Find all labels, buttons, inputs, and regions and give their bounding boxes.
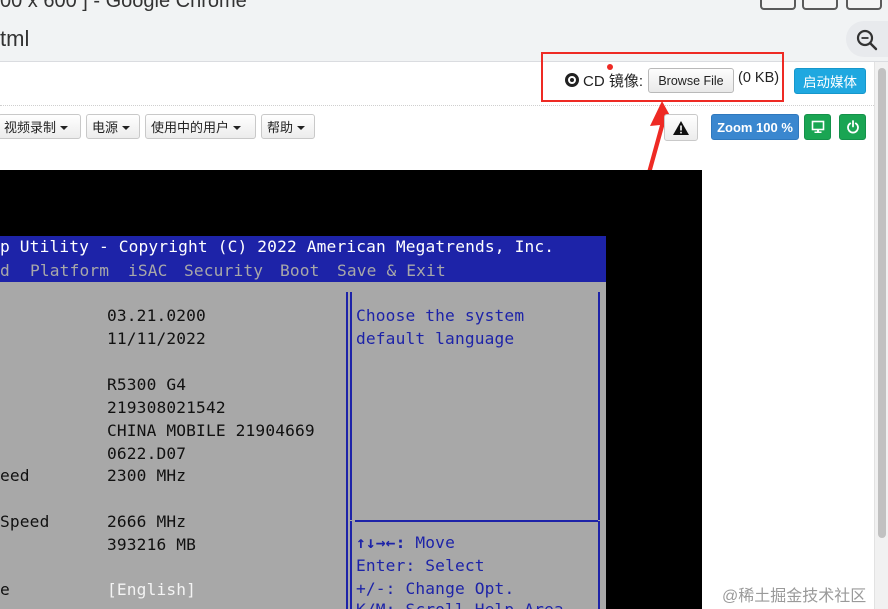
bios-label: e — [0, 580, 10, 599]
bios-key-action: Select — [425, 556, 485, 575]
bios-value: CHINA MOBILE 21904669 — [107, 421, 315, 440]
start-media-button[interactable]: 启动媒体 — [794, 68, 866, 94]
bios-label: Speed — [0, 512, 50, 531]
warning-icon — [673, 120, 689, 135]
maximize-button[interactable] — [802, 0, 838, 10]
monitor-icon — [811, 120, 824, 133]
bios-key-action: Move — [415, 533, 455, 552]
bios-value: 2300 MHz — [107, 466, 187, 485]
warning-button[interactable] — [664, 114, 698, 141]
bios-menu-item: Save & Exit — [337, 261, 446, 280]
menu-video-record[interactable]: 视频录制 — [0, 114, 81, 139]
power-icon — [846, 120, 859, 134]
bios-key-line: K/M: Scroll Help Area — [356, 600, 564, 609]
chevron-down-icon — [122, 125, 131, 130]
bios-key: +/-: — [356, 579, 396, 598]
chevron-down-icon — [233, 125, 242, 130]
search-button[interactable] — [846, 21, 888, 57]
display-button[interactable] — [804, 114, 831, 140]
vertical-scrollbar[interactable] — [874, 62, 888, 609]
menu-active-users[interactable]: 使用中的用户 — [145, 114, 256, 139]
bios-value: 393216 MB — [107, 535, 197, 554]
bios-help-line: default language — [356, 329, 515, 348]
url-text: tml — [0, 26, 30, 51]
bios-menu-item: d — [0, 261, 10, 280]
toolbar-divider — [0, 105, 874, 106]
bios-language-value: [English] — [107, 580, 197, 599]
bios-value: 03.21.0200 — [107, 306, 206, 325]
bios-value: 11/11/2022 — [107, 329, 206, 348]
bios-key: Enter: — [356, 556, 416, 575]
bios-menu-item: Platform — [30, 261, 110, 280]
browser-titlebar: 00 x 600 ] - Google Chrome — [0, 0, 888, 15]
bios-menu-item: Security — [184, 261, 264, 280]
bios-value: 2666 MHz — [107, 512, 187, 531]
bios-info-panel: 03.21.0200 11/11/2022 R5300 G4 219308021… — [0, 292, 348, 609]
menu-help[interactable]: 帮助 — [261, 114, 315, 139]
annotation-dot — [607, 64, 613, 70]
bios-help-panel — [350, 292, 600, 520]
watermark: @稀土掘金技术社区 — [722, 588, 867, 605]
window-title: 00 x 600 ] - Google Chrome — [0, 0, 247, 12]
menu-active-users-label: 使用中的用户 — [151, 120, 230, 135]
scrollbar-thumb[interactable] — [878, 68, 886, 538]
zoom-button[interactable]: Zoom 100 % — [711, 114, 799, 140]
bios-menu-item: Boot — [280, 261, 320, 280]
chevron-down-icon — [60, 125, 69, 130]
bios-key-line: ↑↓→←: Move — [356, 533, 455, 552]
power-button[interactable] — [839, 114, 866, 140]
bios-key: ↑↓→←: — [356, 533, 406, 552]
bios-key-line: +/-: Change Opt. — [356, 579, 514, 598]
bios-value: 219308021542 — [107, 398, 226, 417]
bios-key-line: Enter: Select — [356, 556, 485, 575]
bios-value: R5300 G4 — [107, 375, 187, 394]
search-icon — [856, 29, 878, 51]
bios-header: p Utility - Copyright (C) 2022 American … — [0, 236, 606, 282]
menu-video-record-label: 视频录制 — [4, 120, 57, 135]
chevron-down-icon — [297, 125, 306, 130]
bios-setup-screen: p Utility - Copyright (C) 2022 American … — [0, 236, 606, 609]
close-window-button[interactable] — [846, 0, 882, 10]
bios-key-action: Change Opt. — [405, 579, 515, 598]
bios-value: 0622.D07 — [107, 444, 187, 463]
bios-title: p Utility - Copyright (C) 2022 American … — [0, 237, 555, 256]
bios-help-line: Choose the system — [356, 306, 525, 325]
minimize-button[interactable] — [760, 0, 796, 10]
remote-console-screen[interactable]: p Utility - Copyright (C) 2022 American … — [0, 170, 702, 609]
bios-menu-item: iSAC — [128, 261, 168, 280]
menu-power[interactable]: 电源 — [86, 114, 140, 139]
menu-power-label: 电源 — [92, 120, 119, 135]
bios-label: eed — [0, 466, 30, 485]
bios-menu-bar: d Platform iSAC Security Boot Save & Exi… — [0, 261, 446, 280]
menu-help-label: 帮助 — [267, 120, 294, 135]
